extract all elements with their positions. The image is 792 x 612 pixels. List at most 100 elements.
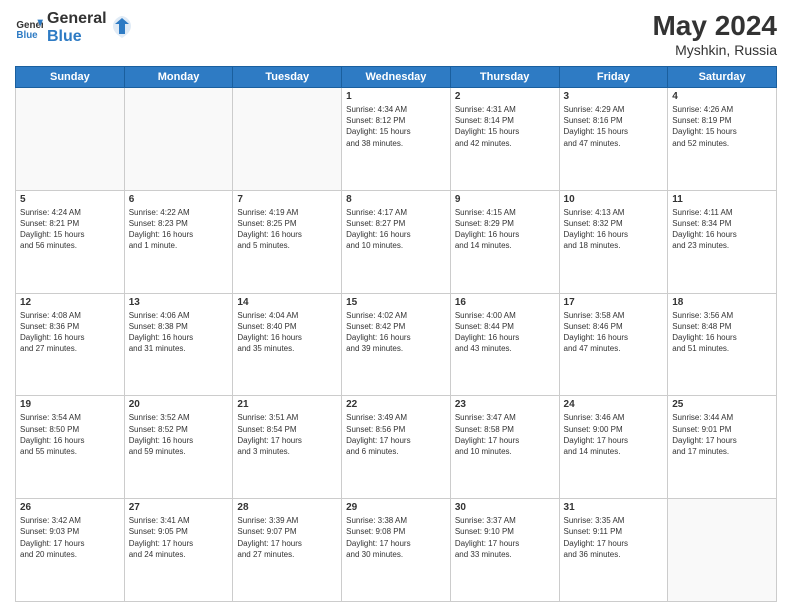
day-number: 30 [455, 502, 555, 513]
calendar-cell: 26Sunrise: 3:42 AM Sunset: 9:03 PM Dayli… [16, 499, 125, 602]
day-number: 23 [455, 399, 555, 410]
calendar-cell: 9 Sunrise: 4:15 AM Sunset: 8:29 PM Daylig… [450, 190, 559, 293]
calendar-cell: 23 Sunrise: 3:47 AM Sunset: 8:58 PM Dayli… [450, 396, 559, 499]
day-info: Sunrise: 3:54 AM Sunset: 8:50 PM Dayligh… [20, 412, 120, 457]
day-info: Sunrise: 3:35 AM Sunset: 9:11 PM Dayligh… [564, 515, 664, 560]
calendar-week-row: 5Sunrise: 4:24 AM Sunset: 8:21 PM Daylig… [16, 190, 777, 293]
col-thursday: Thursday [450, 67, 559, 88]
day-number: 7 [237, 194, 337, 205]
day-number: 3 [564, 91, 664, 102]
calendar-cell: 25Sunrise: 3:44 AM Sunset: 9:01 PM Dayli… [668, 396, 777, 499]
day-info: Sunrise: 3:38 AM Sunset: 9:08 PM Dayligh… [346, 515, 446, 560]
calendar-cell: 5Sunrise: 4:24 AM Sunset: 8:21 PM Daylig… [16, 190, 125, 293]
day-info: Sunrise: 4:06 AM Sunset: 8:38 PM Dayligh… [129, 310, 229, 355]
calendar-cell: 24 Sunrise: 3:46 AM Sunset: 9:00 PM Dayli… [559, 396, 668, 499]
calendar-cell: 19 Sunrise: 3:54 AM Sunset: 8:50 PM Dayli… [16, 396, 125, 499]
day-info: Sunrise: 4:22 AM Sunset: 8:23 PM Dayligh… [129, 207, 229, 252]
col-wednesday: Wednesday [342, 67, 451, 88]
day-number: 2 [455, 91, 555, 102]
day-number: 26 [20, 502, 120, 513]
day-info: Sunrise: 3:49 AM Sunset: 8:56 PM Dayligh… [346, 412, 446, 457]
day-info: Sunrise: 4:15 AM Sunset: 8:29 PM Dayligh… [455, 207, 555, 252]
calendar-cell: 6 Sunrise: 4:22 AM Sunset: 8:23 PM Daylig… [124, 190, 233, 293]
calendar-cell [668, 499, 777, 602]
header: General Blue General Blue May 2024 Myshk… [15, 10, 777, 58]
calendar-cell: 8 Sunrise: 4:17 AM Sunset: 8:27 PM Daylig… [342, 190, 451, 293]
day-info: Sunrise: 3:58 AM Sunset: 8:46 PM Dayligh… [564, 310, 664, 355]
day-info: Sunrise: 4:02 AM Sunset: 8:42 PM Dayligh… [346, 310, 446, 355]
day-info: Sunrise: 4:24 AM Sunset: 8:21 PM Dayligh… [20, 207, 120, 252]
day-number: 31 [564, 502, 664, 513]
calendar-cell: 20Sunrise: 3:52 AM Sunset: 8:52 PM Dayli… [124, 396, 233, 499]
calendar-cell: 15 Sunrise: 4:02 AM Sunset: 8:42 PM Dayli… [342, 293, 451, 396]
calendar-week-row: 1Sunrise: 4:34 AM Sunset: 8:12 PM Daylig… [16, 88, 777, 191]
day-info: Sunrise: 3:46 AM Sunset: 9:00 PM Dayligh… [564, 412, 664, 457]
day-number: 24 [564, 399, 664, 410]
day-number: 12 [20, 297, 120, 308]
day-info: Sunrise: 4:26 AM Sunset: 8:19 PM Dayligh… [672, 104, 772, 149]
day-info: Sunrise: 4:19 AM Sunset: 8:25 PM Dayligh… [237, 207, 337, 252]
day-number: 13 [129, 297, 229, 308]
day-number: 11 [672, 194, 772, 205]
day-info: Sunrise: 4:34 AM Sunset: 8:12 PM Dayligh… [346, 104, 446, 149]
logo-general: General [47, 10, 107, 28]
calendar-cell: 17 Sunrise: 3:58 AM Sunset: 8:46 PM Dayli… [559, 293, 668, 396]
calendar-cell: 2 Sunrise: 4:31 AM Sunset: 8:14 PM Daylig… [450, 88, 559, 191]
col-tuesday: Tuesday [233, 67, 342, 88]
day-number: 18 [672, 297, 772, 308]
day-info: Sunrise: 4:11 AM Sunset: 8:34 PM Dayligh… [672, 207, 772, 252]
day-number: 29 [346, 502, 446, 513]
calendar-cell: 31 Sunrise: 3:35 AM Sunset: 9:11 PM Dayli… [559, 499, 668, 602]
day-number: 17 [564, 297, 664, 308]
calendar-week-row: 12Sunrise: 4:08 AM Sunset: 8:36 PM Dayli… [16, 293, 777, 396]
day-info: Sunrise: 3:47 AM Sunset: 8:58 PM Dayligh… [455, 412, 555, 457]
calendar-cell: 11 Sunrise: 4:11 AM Sunset: 8:34 PM Dayli… [668, 190, 777, 293]
day-number: 14 [237, 297, 337, 308]
day-number: 16 [455, 297, 555, 308]
calendar-cell: 4 Sunrise: 4:26 AM Sunset: 8:19 PM Daylig… [668, 88, 777, 191]
calendar-cell [124, 88, 233, 191]
day-info: Sunrise: 4:13 AM Sunset: 8:32 PM Dayligh… [564, 207, 664, 252]
day-info: Sunrise: 4:31 AM Sunset: 8:14 PM Dayligh… [455, 104, 555, 149]
logo-blue: Blue [47, 28, 107, 46]
calendar-cell: 13 Sunrise: 4:06 AM Sunset: 8:38 PM Dayli… [124, 293, 233, 396]
calendar-cell: 27Sunrise: 3:41 AM Sunset: 9:05 PM Dayli… [124, 499, 233, 602]
col-friday: Friday [559, 67, 668, 88]
day-info: Sunrise: 4:29 AM Sunset: 8:16 PM Dayligh… [564, 104, 664, 149]
calendar-cell: 28 Sunrise: 3:39 AM Sunset: 9:07 PM Dayli… [233, 499, 342, 602]
location: Myshkin, Russia [652, 42, 777, 58]
day-number: 21 [237, 399, 337, 410]
calendar-cell [16, 88, 125, 191]
day-info: Sunrise: 4:00 AM Sunset: 8:44 PM Dayligh… [455, 310, 555, 355]
day-number: 9 [455, 194, 555, 205]
day-number: 6 [129, 194, 229, 205]
calendar-cell: 7 Sunrise: 4:19 AM Sunset: 8:25 PM Daylig… [233, 190, 342, 293]
calendar-cell: 1Sunrise: 4:34 AM Sunset: 8:12 PM Daylig… [342, 88, 451, 191]
col-monday: Monday [124, 67, 233, 88]
calendar-cell: 14Sunrise: 4:04 AM Sunset: 8:40 PM Dayli… [233, 293, 342, 396]
calendar-week-row: 19 Sunrise: 3:54 AM Sunset: 8:50 PM Dayli… [16, 396, 777, 499]
day-number: 8 [346, 194, 446, 205]
title-block: May 2024 Myshkin, Russia [652, 10, 777, 58]
day-info: Sunrise: 4:17 AM Sunset: 8:27 PM Dayligh… [346, 207, 446, 252]
day-number: 4 [672, 91, 772, 102]
day-number: 15 [346, 297, 446, 308]
day-number: 19 [20, 399, 120, 410]
calendar-cell: 22 Sunrise: 3:49 AM Sunset: 8:56 PM Dayli… [342, 396, 451, 499]
logo-icon: General Blue [15, 14, 43, 42]
day-info: Sunrise: 3:51 AM Sunset: 8:54 PM Dayligh… [237, 412, 337, 457]
calendar-cell: 3 Sunrise: 4:29 AM Sunset: 8:16 PM Daylig… [559, 88, 668, 191]
calendar-cell: 12Sunrise: 4:08 AM Sunset: 8:36 PM Dayli… [16, 293, 125, 396]
day-number: 22 [346, 399, 446, 410]
day-number: 28 [237, 502, 337, 513]
svg-text:Blue: Blue [16, 29, 38, 40]
day-info: Sunrise: 3:39 AM Sunset: 9:07 PM Dayligh… [237, 515, 337, 560]
calendar-cell: 29 Sunrise: 3:38 AM Sunset: 9:08 PM Dayli… [342, 499, 451, 602]
day-info: Sunrise: 3:56 AM Sunset: 8:48 PM Dayligh… [672, 310, 772, 355]
calendar-cell: 16 Sunrise: 4:00 AM Sunset: 8:44 PM Dayli… [450, 293, 559, 396]
calendar-cell [233, 88, 342, 191]
page: General Blue General Blue May 2024 Myshk… [0, 0, 792, 612]
logo: General Blue General Blue [15, 10, 133, 45]
calendar-cell: 21 Sunrise: 3:51 AM Sunset: 8:54 PM Dayli… [233, 396, 342, 499]
calendar-header-row: Sunday Monday Tuesday Wednesday Thursday… [16, 67, 777, 88]
